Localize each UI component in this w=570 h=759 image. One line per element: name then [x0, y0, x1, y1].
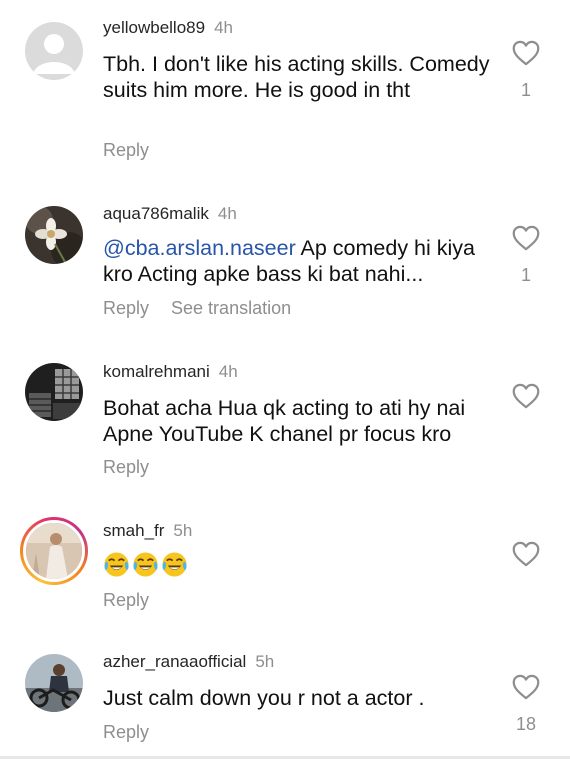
- comment-username[interactable]: aqua786malik: [103, 204, 209, 223]
- reply-button[interactable]: Reply: [103, 140, 149, 160]
- like-control: 1: [511, 40, 541, 101]
- comment-time: 4h: [218, 362, 238, 381]
- default-avatar-icon[interactable]: [25, 22, 83, 80]
- motorbike-photo-avatar[interactable]: [25, 654, 83, 712]
- like-count: 1: [520, 80, 531, 100]
- avatar-photo: [23, 520, 85, 582]
- comment-actions: Reply: [103, 456, 171, 478]
- heart-icon[interactable]: [512, 674, 540, 700]
- comment-time: 4h: [214, 18, 233, 37]
- comment-time: 5h: [255, 652, 275, 671]
- comment-actions: Reply: [103, 721, 171, 743]
- comment-text: Tbh. I don't like his acting skills. Com…: [103, 52, 490, 102]
- mention-link[interactable]: @cba.arslan.naseer: [103, 236, 296, 260]
- see-translation-button[interactable]: See translation: [171, 298, 291, 318]
- like-count: 18: [515, 714, 537, 734]
- comment-meta: yellowbello89 4h: [103, 18, 233, 38]
- heart-icon[interactable]: [512, 383, 540, 409]
- face-with-tears-of-joy-icon: [162, 552, 187, 577]
- comment-username[interactable]: yellowbello89: [103, 18, 205, 37]
- like-control: [511, 383, 541, 409]
- reply-button[interactable]: Reply: [103, 590, 149, 610]
- comment-text: @cba.arslan.naseer Ap comedy hi kiya kro…: [103, 235, 498, 287]
- reply-button[interactable]: Reply: [103, 722, 149, 742]
- comment-username[interactable]: komalrehmani: [103, 362, 210, 381]
- heart-icon[interactable]: [512, 40, 540, 66]
- comment-meta: aqua786malik 4h: [103, 204, 237, 224]
- like-control: [511, 541, 541, 567]
- comment-text: Just calm down you r not a actor .: [103, 686, 425, 710]
- face-with-tears-of-joy-icon: [104, 552, 129, 577]
- heart-icon[interactable]: [512, 541, 540, 567]
- emoji-row: [103, 551, 188, 578]
- comment-meta: azher_ranaaofficial 5h: [103, 652, 274, 672]
- story-ring-avatar[interactable]: [20, 517, 88, 585]
- comment-time: 5h: [173, 521, 193, 540]
- like-count: 1: [520, 265, 531, 285]
- reply-button[interactable]: Reply: [103, 298, 149, 318]
- comment-meta: smah_fr 5h: [103, 521, 192, 541]
- like-control: 1: [511, 225, 541, 286]
- comment-username[interactable]: azher_ranaaofficial: [103, 652, 246, 671]
- comment-actions: Reply: [103, 589, 171, 611]
- room-photo-avatar[interactable]: [25, 363, 83, 421]
- comment-time: 4h: [217, 204, 237, 223]
- comment-actions: Reply: [103, 139, 171, 161]
- comment-meta: komalrehmani 4h: [103, 362, 238, 382]
- like-control: 18: [511, 674, 541, 735]
- comment-actions: Reply See translation: [103, 297, 313, 319]
- flower-photo-avatar[interactable]: [25, 206, 83, 264]
- reply-button[interactable]: Reply: [103, 457, 149, 477]
- comment-username[interactable]: smah_fr: [103, 521, 164, 540]
- heart-icon[interactable]: [512, 225, 540, 251]
- face-with-tears-of-joy-icon: [133, 552, 158, 577]
- comment-text: Bohat acha Hua qk acting to ati hy nai A…: [103, 396, 466, 446]
